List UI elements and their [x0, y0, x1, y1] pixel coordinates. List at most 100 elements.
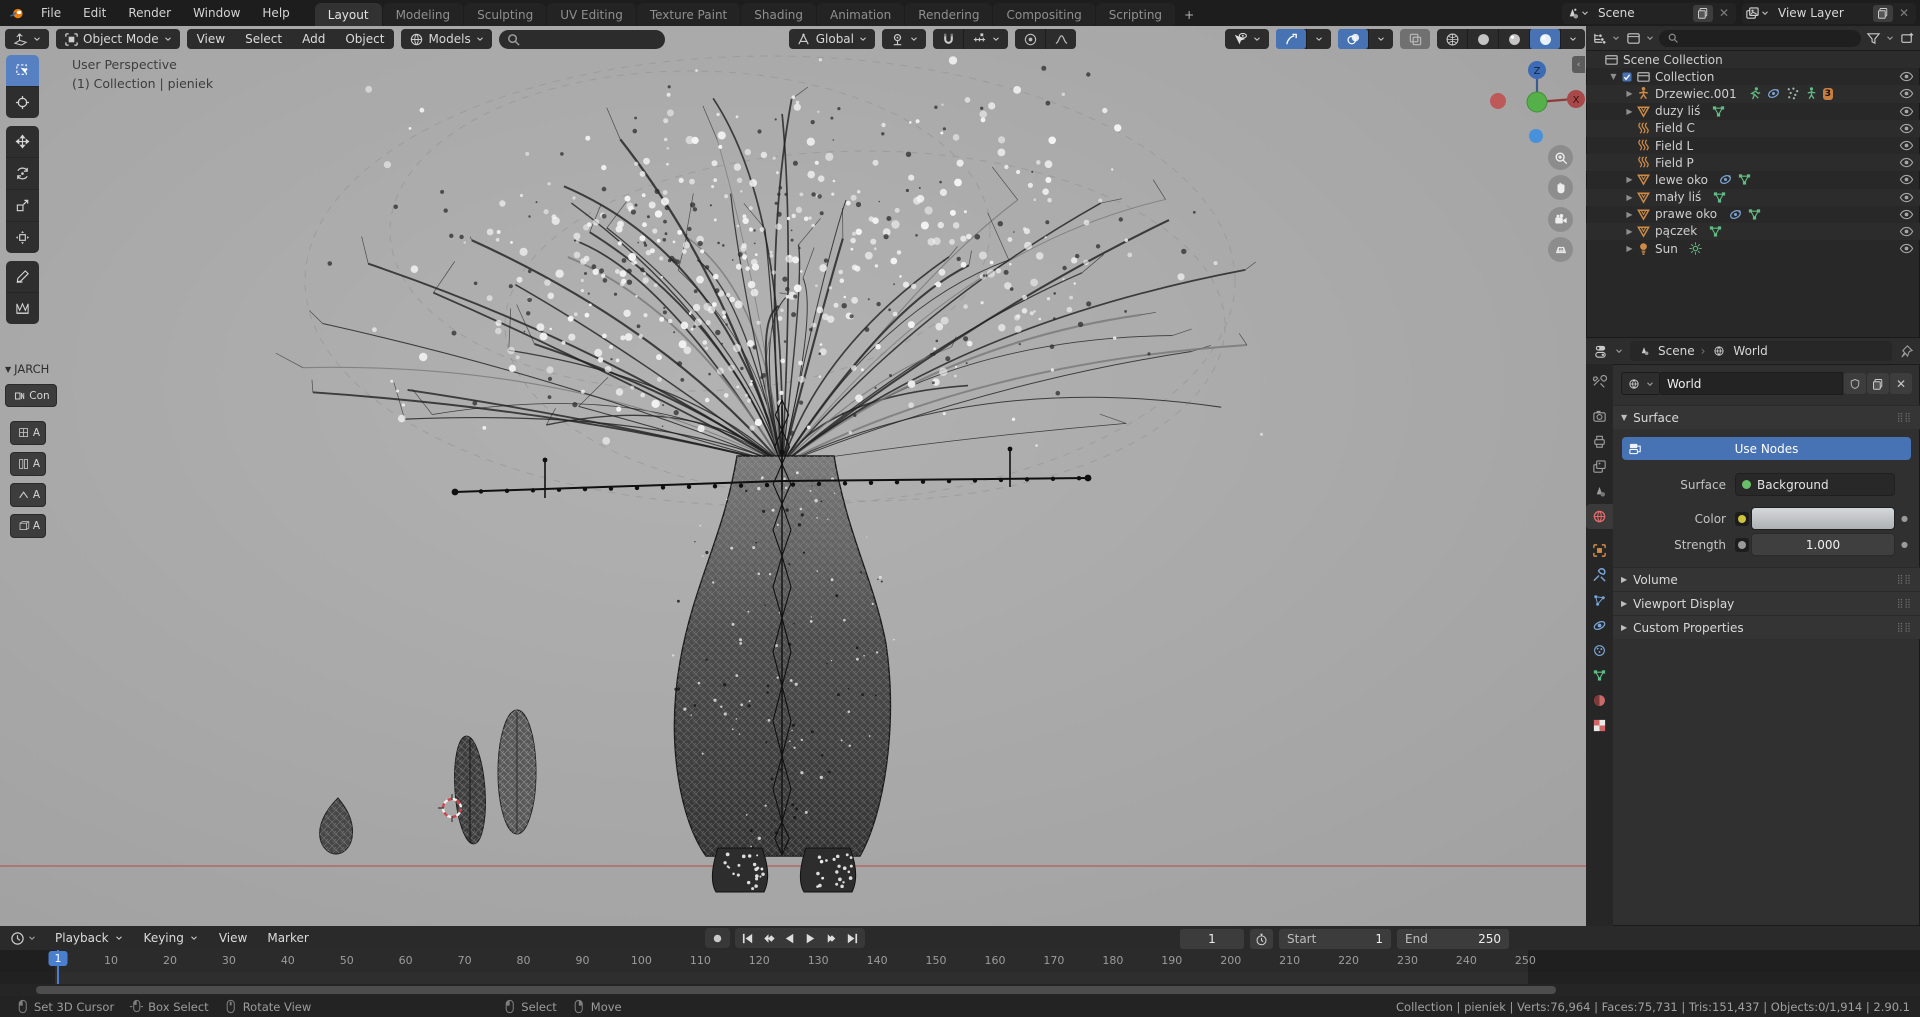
add-workspace-button[interactable]: + — [1176, 3, 1202, 26]
menu-edit[interactable]: Edit — [72, 0, 117, 26]
jarch-grid-button-3[interactable]: A — [10, 483, 46, 507]
jarch-grid-button-4[interactable]: A — [10, 514, 46, 538]
timeline-menu-keying[interactable]: Keying — [134, 928, 209, 948]
outliner-row[interactable]: ▶ duzy liś — [1586, 103, 1920, 120]
editor-type-dropdown[interactable] — [5, 29, 49, 49]
outliner-row[interactable]: ▼ Collection — [1586, 68, 1920, 85]
timeline-menu-playback[interactable]: Playback — [45, 928, 134, 948]
hide-in-viewport-eye-icon[interactable] — [1898, 69, 1914, 85]
outliner-row[interactable]: Field C — [1586, 119, 1920, 137]
hide-in-viewport-eye-icon[interactable] — [1898, 120, 1914, 136]
jarch-grid-button-1[interactable]: A — [10, 421, 46, 445]
hide-in-viewport-eye-icon[interactable] — [1898, 206, 1914, 222]
orientation-button[interactable]: Global — [789, 29, 875, 49]
panel-header-custom-properties[interactable]: ▶ Custom Properties ⣿⣿ — [1613, 615, 1920, 639]
copy-datablock-icon[interactable] — [1867, 373, 1889, 394]
pivot-dropdown[interactable] — [882, 29, 926, 49]
jarch-con-button[interactable]: Con — [5, 384, 57, 407]
tab-shading[interactable]: Shading — [741, 3, 816, 26]
filter-icon[interactable] — [1865, 30, 1881, 46]
outliner-editor-icon[interactable] — [1591, 30, 1607, 46]
properties-tab-material[interactable] — [1586, 688, 1613, 713]
viewport-menu-add[interactable]: Add — [292, 29, 335, 49]
unlink-world-icon[interactable]: ✕ — [1890, 373, 1912, 394]
viewport-menu-view[interactable]: View — [187, 29, 235, 49]
timeline-ruler[interactable]: 10 20 30 40 50 60 70 80 90 100 110 120 130 140 150 160 1… — [0, 950, 1920, 972]
disclosure-triangle-icon[interactable]: ▶ — [1624, 244, 1635, 253]
shading-material-preview[interactable] — [1498, 29, 1529, 49]
tab-animation[interactable]: Animation — [817, 3, 905, 26]
tool-cursor[interactable] — [6, 87, 39, 118]
properties-tab-physics[interactable] — [1586, 613, 1613, 638]
proportional-falloff-dropdown[interactable] — [1045, 29, 1076, 49]
snap-toggle[interactable] — [933, 29, 963, 49]
tool-measure[interactable] — [6, 293, 39, 324]
viewport-search-input[interactable] — [498, 29, 665, 49]
timeline-menu-marker[interactable]: Marker — [257, 928, 318, 948]
outliner-row[interactable]: ▶ lewe oko — [1586, 171, 1920, 188]
menu-help[interactable]: Help — [251, 0, 300, 26]
properties-tab-view-layer[interactable] — [1586, 454, 1613, 479]
properties-tab-constraints[interactable] — [1586, 588, 1613, 613]
tab-layout[interactable]: Layout — [314, 3, 382, 26]
jump-first-button[interactable] — [737, 929, 758, 947]
tool-scale[interactable] — [6, 190, 39, 222]
frame-end-field[interactable]: End 250 — [1396, 928, 1510, 950]
outliner-row[interactable]: Field P — [1586, 154, 1920, 172]
animate-dot[interactable]: ● — [1898, 540, 1911, 549]
view-layer-selector[interactable]: View Layer ✕ — [1742, 2, 1916, 24]
xray-button[interactable] — [1400, 29, 1430, 49]
tab-modeling[interactable]: Modeling — [382, 3, 464, 26]
unlink-scene-button[interactable]: ✕ — [1714, 5, 1734, 22]
orientation-dropdown[interactable]: Global — [788, 29, 875, 49]
play-button[interactable] — [800, 929, 821, 947]
properties-breadcrumb[interactable]: Scene › World — [1630, 341, 1892, 361]
properties-tab-output[interactable] — [1586, 429, 1613, 454]
tool-annotate[interactable] — [6, 261, 39, 293]
viewport-3d[interactable]: Object Mode View Select Add Object Models Glob… — [0, 26, 1586, 926]
outliner-row[interactable]: ▶ Sun — [1586, 240, 1920, 257]
scene-selector[interactable]: Scene ✕ — [1562, 2, 1736, 24]
tab-rendering[interactable]: Rendering — [905, 3, 993, 26]
pin-icon[interactable] — [1898, 343, 1914, 359]
asset-dropdown[interactable]: Models — [401, 29, 492, 49]
properties-tab-world[interactable] — [1586, 504, 1613, 529]
disclosure-triangle-icon[interactable]: ▼ — [1608, 72, 1619, 81]
gizmos-toggle[interactable] — [1276, 29, 1306, 49]
zoom-view-button[interactable] — [1548, 145, 1573, 170]
hide-in-viewport-eye-icon[interactable] — [1898, 189, 1914, 205]
tab-compositing[interactable]: Compositing — [993, 3, 1095, 26]
outliner-search-input[interactable] — [1659, 29, 1861, 47]
chevron-down-icon[interactable] — [1645, 33, 1655, 43]
chevron-down-icon[interactable] — [27, 933, 37, 943]
timeline-menu-view[interactable]: View — [209, 928, 257, 948]
shading-rendered[interactable] — [1529, 29, 1560, 49]
mode-dropdown[interactable]: Object Mode — [56, 29, 180, 49]
scrollbar-thumb[interactable] — [36, 986, 1556, 994]
xray-toggle[interactable] — [1400, 29, 1430, 49]
tab-texture-paint[interactable]: Texture Paint — [636, 3, 741, 26]
outliner-row[interactable]: ▶ mały liś — [1586, 188, 1920, 206]
viewport-menu-select[interactable]: Select — [235, 29, 292, 49]
fake-user-shield-icon[interactable] — [1844, 373, 1866, 394]
current-frame-field[interactable]: 1 — [1179, 928, 1245, 950]
panel-header-viewport-display[interactable]: ▶ Viewport Display ⣿⣿ — [1613, 591, 1920, 615]
properties-tab-data[interactable] — [1586, 663, 1613, 688]
chevron-down-icon[interactable] — [1885, 33, 1895, 43]
disclosure-triangle-icon[interactable]: ▶ — [1624, 227, 1635, 236]
proportional-toggle[interactable] — [1015, 29, 1045, 49]
collection-checkbox[interactable] — [1619, 69, 1635, 85]
hide-in-viewport-eye-icon[interactable] — [1898, 223, 1914, 239]
color-socket-dot[interactable] — [1735, 511, 1749, 526]
viewport-menu-object[interactable]: Object — [335, 29, 394, 49]
use-nodes-button[interactable]: Use Nodes — [1622, 437, 1911, 460]
editor-type-button[interactable] — [5, 29, 49, 49]
chevron-down-icon[interactable] — [1614, 346, 1624, 356]
menu-window[interactable]: Window — [182, 0, 251, 26]
overlays-dropdown[interactable] — [1368, 29, 1393, 49]
shading-solid[interactable] — [1467, 29, 1498, 49]
outliner-row[interactable]: ▶ Drzewiec.001 3 — [1586, 85, 1920, 103]
pivot-button[interactable] — [882, 29, 926, 49]
properties-tab-particles[interactable] — [1586, 638, 1613, 663]
strength-socket-dot[interactable] — [1735, 537, 1749, 552]
